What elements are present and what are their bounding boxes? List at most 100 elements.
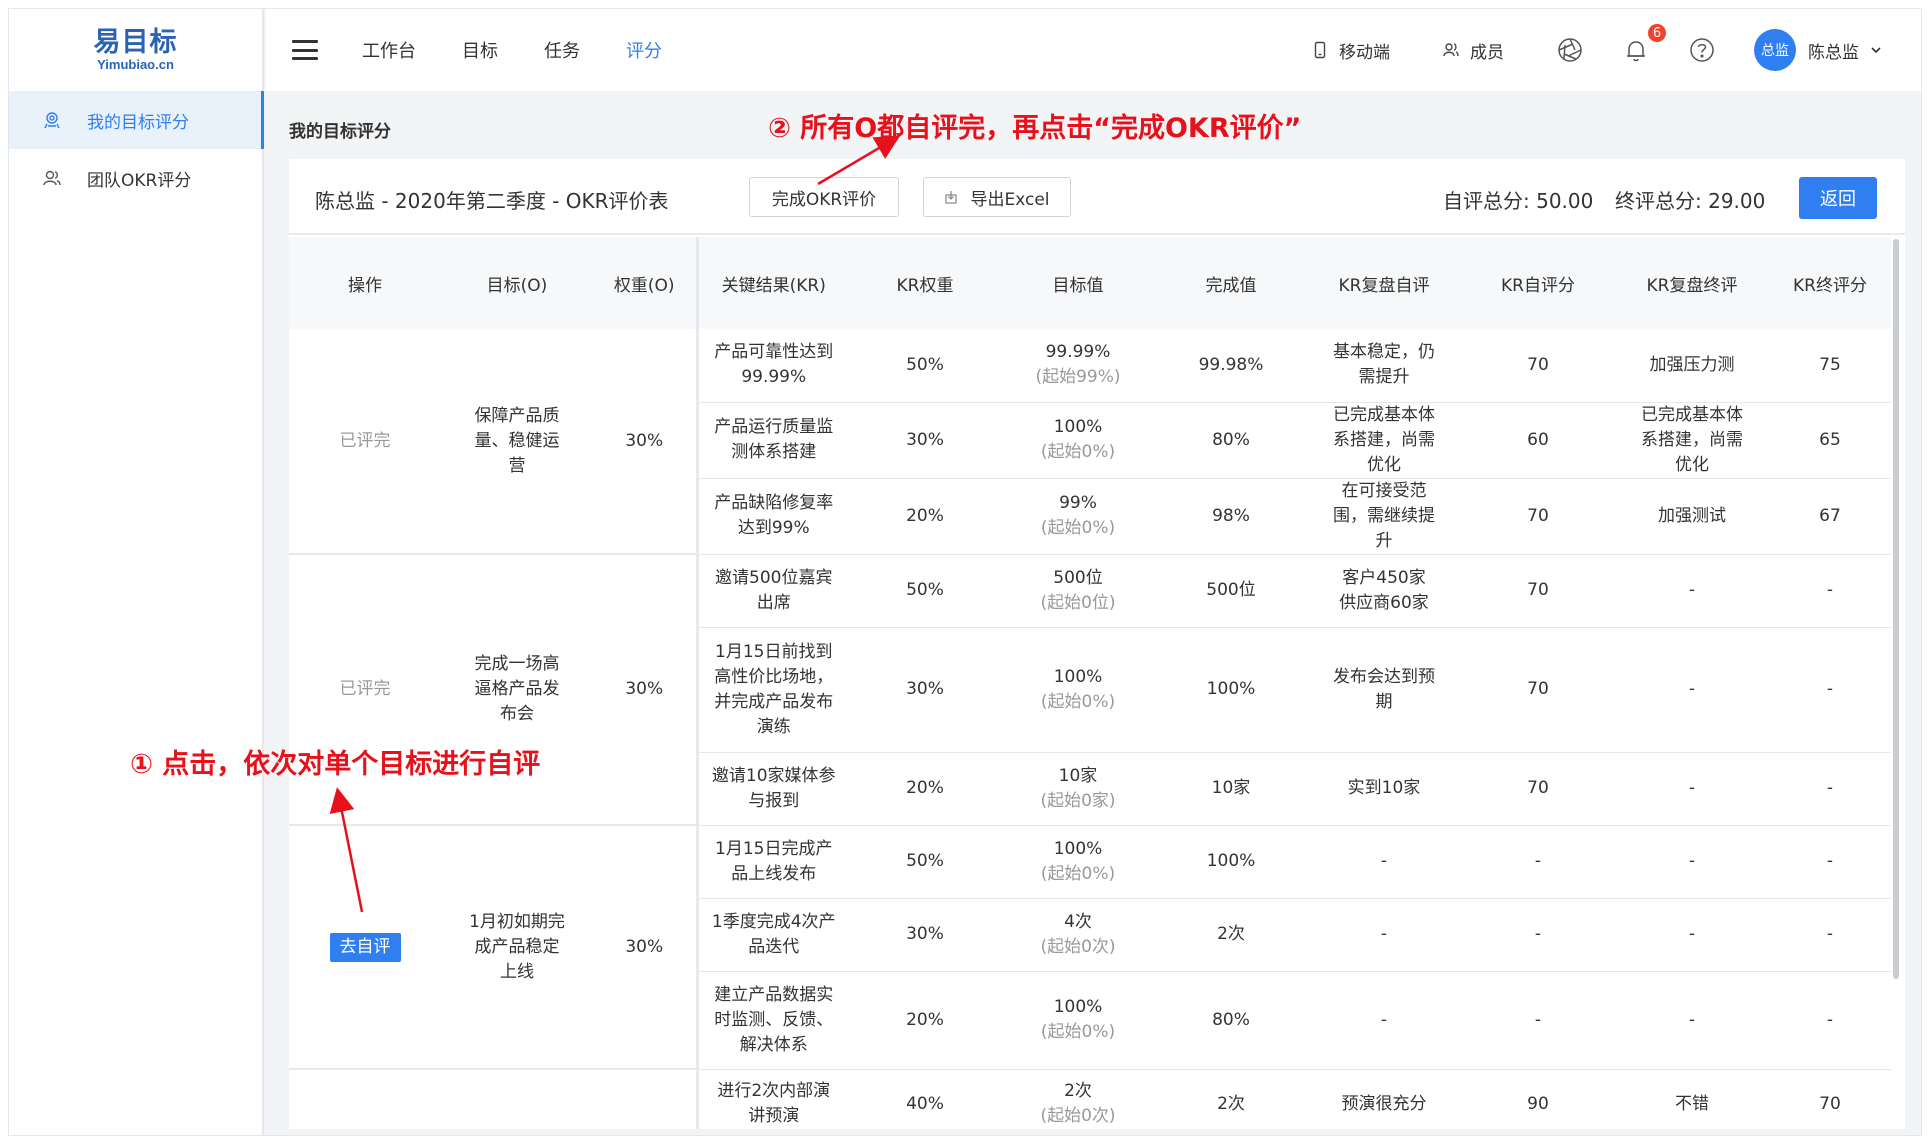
app-window: 易目标 Yimubiao.cn 我的目标评分 团队OKR评分 工作台 目标 任务… (8, 8, 1922, 1136)
menu-toggle-icon[interactable] (292, 40, 318, 60)
team-icon (41, 167, 63, 189)
final-total-score: 终评总分: 29.00 (1615, 189, 1766, 213)
target-value: 10家 (1058, 765, 1098, 786)
objective-weight-cell (593, 1069, 697, 1129)
self-review-cell: - (1307, 825, 1461, 899)
table-header: KR复盘终评 (1615, 237, 1769, 329)
avatar[interactable]: 总监 (1754, 29, 1796, 71)
actual-cell: 100% (1155, 825, 1307, 899)
final-score-cell: 70 (1769, 1069, 1891, 1129)
final-score-cell: 75 (1769, 329, 1891, 403)
user-name[interactable]: 陈总监 (1808, 38, 1859, 63)
actual-cell: 2次 (1155, 898, 1307, 972)
kr-weight-cell: 50% (849, 329, 1001, 403)
final-review-cell: 加强压力测 (1615, 329, 1769, 403)
target-start-value: (起始0%) (1040, 691, 1116, 712)
notification-bell-icon[interactable]: 6 (1622, 22, 1668, 64)
final-review-cell: - (1615, 554, 1769, 628)
kr-weight-cell: 20% (849, 478, 1001, 555)
target-cell: 100% (起始0%) (1001, 971, 1155, 1070)
top-right-tools: 移动端 成员 6 总监 陈总监 (1311, 9, 1921, 91)
logo-sub-text: Yimubiao.cn (97, 57, 174, 72)
actual-cell: 500位 (1155, 554, 1307, 628)
nav-item-tasks[interactable]: 任务 (544, 37, 580, 63)
finish-okr-evaluation-button[interactable]: 完成OKR评价 (749, 177, 899, 217)
back-button[interactable]: 返回 (1799, 177, 1877, 219)
members-icon (1443, 43, 1459, 57)
kr-weight-cell: 20% (849, 971, 1001, 1070)
help-icon[interactable] (1688, 36, 1716, 64)
self-review-cell: 在可接受范围，需继续提升 (1307, 478, 1461, 555)
mobile-link[interactable]: 移动端 (1311, 38, 1390, 63)
export-excel-button[interactable]: 导出Excel (923, 177, 1071, 217)
kr-cell: 1月15日完成产品上线发布 (695, 825, 849, 899)
actual-cell: 10家 (1155, 752, 1307, 826)
target-value: 99% (1059, 493, 1097, 513)
kr-weight-cell: 40% (849, 1069, 1001, 1129)
table-header: 关键结果(KR) (695, 237, 849, 329)
self-review-cell: 预演很充分 (1307, 1069, 1461, 1129)
target-cell: 100% (起始0%) (1001, 825, 1155, 899)
self-score-cell: 70 (1461, 329, 1615, 403)
sidebar-item-my-score[interactable]: 我的目标评分 (9, 91, 264, 149)
sidebar-item-team-score[interactable]: 团队OKR评分 (9, 149, 262, 207)
sidebar: 易目标 Yimubiao.cn 我的目标评分 团队OKR评分 (9, 9, 264, 1135)
table-header: 目标(O) (441, 237, 593, 329)
target-start-value: (起始0%) (1040, 863, 1116, 884)
target-value: 100% (1053, 838, 1103, 859)
self-score-cell: - (1461, 898, 1615, 972)
target-start-value: (起始0%) (1040, 442, 1116, 462)
aperture-icon[interactable] (1556, 36, 1584, 64)
nav-item-scoring[interactable]: 评分 (626, 37, 662, 63)
target-cell: 100% (起始0%) (1001, 627, 1155, 753)
target-cell: 10家 (起始0家) (1001, 752, 1155, 826)
self-evaluate-button[interactable]: 去自评 (329, 932, 401, 962)
kr-cell: 1月15日前找到高性价比场地，并完成产品发布演练 (695, 627, 849, 753)
okr-table-body: 已评完 保障产品质量、稳健运营 30% 产品可靠性达到99.99% 50% 99.99%(… (289, 329, 1891, 1129)
target-cell: 2次 (起始0次) (1001, 1069, 1155, 1129)
final-review-cell: - (1615, 627, 1769, 753)
nav-item-workbench[interactable]: 工作台 (362, 37, 416, 63)
self-score-cell: 70 (1461, 478, 1615, 555)
kr-cell: 进行2次内部演讲预演 (695, 1069, 849, 1129)
action-cell: 已评完 (289, 554, 441, 826)
annotation-step-2: ② 所有O都自评完，再点击“完成OKR评价” (768, 113, 1302, 144)
user-badge-icon (41, 109, 63, 131)
target-start-value: (起始99%) (1035, 367, 1121, 388)
kr-cell: 产品运行质量监测体系搭建 (695, 402, 849, 479)
target-cell: 99% (起始0%) (1001, 478, 1155, 555)
action-cell: 去自评 (289, 825, 441, 1070)
actual-cell: 80% (1155, 971, 1307, 1070)
okr-evaluation-panel: 陈总监 - 2020年第二季度 - OKR评价表 完成OKR评价 导出Excel… (289, 159, 1905, 1129)
vertical-scrollbar[interactable] (1893, 239, 1899, 979)
export-icon (945, 191, 958, 204)
self-review-cell: 基本稳定，仍需提升 (1307, 329, 1461, 403)
table-header: KR自评分 (1461, 237, 1615, 329)
final-review-cell: 不错 (1615, 1069, 1769, 1129)
self-score-cell: 90 (1461, 1069, 1615, 1129)
kr-cell: 产品缺陷修复率达到99% (695, 478, 849, 555)
kr-weight-cell: 20% (849, 752, 1001, 826)
sidebar-item-label: 团队OKR评分 (87, 170, 192, 191)
kr-weight-cell: 30% (849, 402, 1001, 479)
self-review-cell: - (1307, 898, 1461, 972)
final-score-cell: - (1769, 898, 1891, 972)
okr-table: 操作 目标(O) 权重(O) 关键结果(KR) KR权重 目标值 完成值 KR复… (289, 237, 1891, 1129)
final-score-cell: - (1769, 627, 1891, 753)
mobile-phone-icon (1314, 41, 1326, 59)
chevron-down-icon[interactable] (1869, 43, 1883, 57)
kr-cell: 1季度完成4次产品迭代 (695, 898, 849, 972)
self-score-cell: 70 (1461, 554, 1615, 628)
target-start-value: (起始0家) (1040, 790, 1116, 811)
kr-weight-cell: 50% (849, 825, 1001, 899)
kr-weight-cell: 30% (849, 627, 1001, 753)
logo[interactable]: 易目标 Yimubiao.cn (9, 9, 262, 91)
self-score-cell: - (1461, 825, 1615, 899)
target-value: 99.99% (1045, 342, 1111, 363)
final-score-cell: - (1769, 554, 1891, 628)
kr-cell: 邀请500位嘉宾出席 (695, 554, 849, 628)
target-cell: 100% (起始0%) (1001, 402, 1155, 479)
members-link[interactable]: 成员 (1442, 38, 1504, 63)
nav-item-objectives[interactable]: 目标 (462, 37, 498, 63)
evaluation-status: 已评完 (339, 430, 391, 451)
